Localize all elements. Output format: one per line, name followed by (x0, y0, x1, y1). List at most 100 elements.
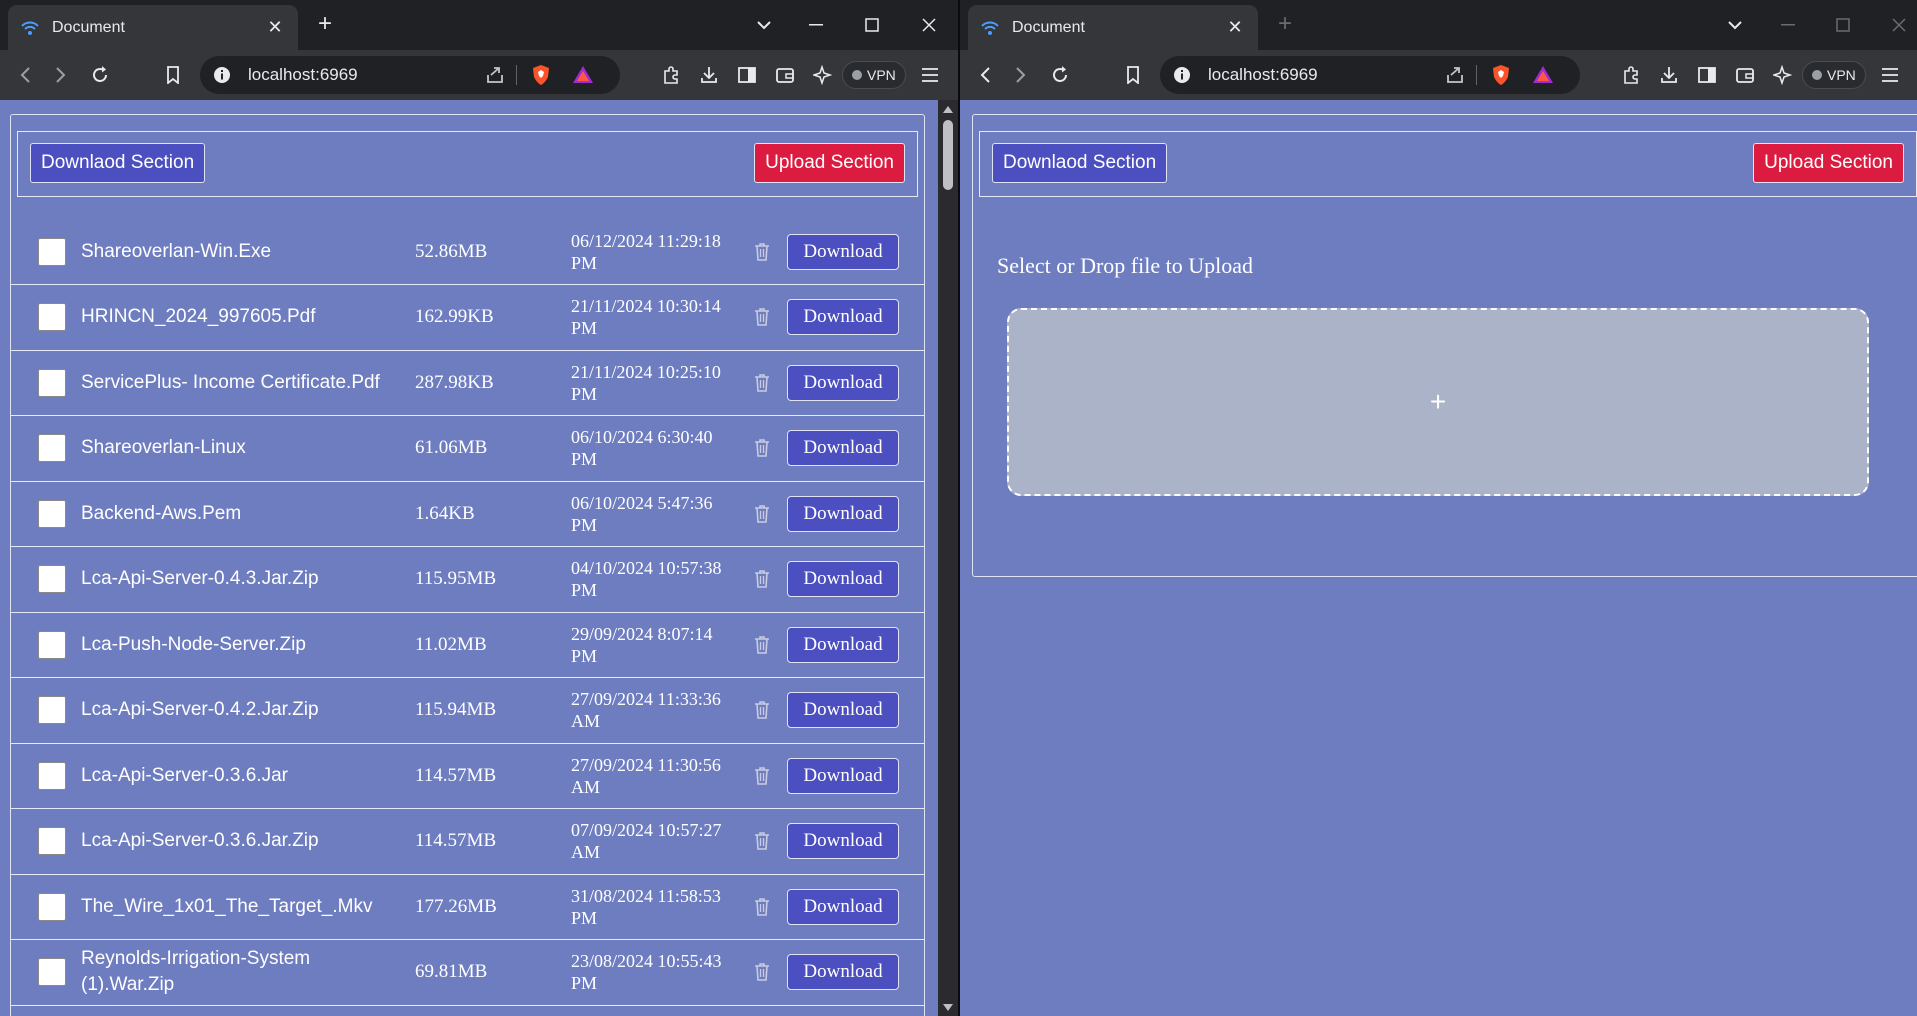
sidebar-icon[interactable] (732, 60, 762, 90)
file-checkbox[interactable] (38, 237, 66, 266)
trash-icon[interactable] (751, 305, 773, 329)
forward-icon[interactable] (1006, 60, 1036, 90)
new-tab-button[interactable]: + (312, 12, 338, 38)
trash-icon[interactable] (751, 567, 773, 591)
scroll-down-arrow-icon[interactable] (942, 1002, 954, 1012)
extensions-icon[interactable] (1616, 60, 1646, 90)
share-icon[interactable] (484, 64, 506, 86)
scroll-thumb[interactable] (943, 120, 953, 190)
maximize-icon[interactable] (859, 12, 885, 38)
scroll-up-arrow-icon[interactable] (942, 104, 954, 114)
file-checkbox[interactable] (38, 303, 66, 332)
trash-icon[interactable] (751, 371, 773, 395)
file-date-line1: 29/09/2024 8:07:14 (571, 623, 713, 644)
address-bar[interactable]: localhost:6969 (1160, 56, 1580, 94)
leo-ai-icon[interactable] (1768, 60, 1798, 90)
trash-icon[interactable] (751, 960, 773, 984)
download-button[interactable]: Download (787, 954, 899, 991)
download-button[interactable]: Download (787, 299, 899, 336)
close-tab-icon[interactable]: ✕ (1224, 17, 1246, 38)
brave-shields-icon[interactable] (1490, 64, 1512, 86)
trash-icon[interactable] (751, 764, 773, 788)
site-info-icon[interactable] (1172, 65, 1192, 85)
close-window-icon[interactable] (916, 12, 942, 38)
tab-document[interactable]: Document ✕ (968, 5, 1258, 50)
reload-icon[interactable] (1045, 60, 1075, 90)
trash-icon[interactable] (751, 633, 773, 657)
vpn-button[interactable]: VPN (842, 61, 906, 89)
download-button[interactable]: Download (787, 626, 899, 663)
download-button[interactable]: Download (787, 495, 899, 532)
file-date: 29/09/2024 8:07:14 PM (571, 623, 751, 667)
file-checkbox[interactable] (38, 696, 66, 725)
sidebar-icon[interactable] (1692, 60, 1722, 90)
trash-icon[interactable] (751, 698, 773, 722)
file-row: Shareoverlan-Linux 61.06MB 06/10/2024 6:30… (11, 416, 924, 482)
close-window-icon[interactable] (1886, 12, 1912, 38)
download-button[interactable]: Download (787, 430, 899, 467)
file-checkbox[interactable] (38, 434, 66, 463)
menu-icon[interactable] (1875, 60, 1905, 90)
scrollbar[interactable] (938, 100, 958, 1016)
download-button[interactable]: Download (787, 692, 899, 729)
download-section-button[interactable]: Downlaod Section (30, 143, 206, 183)
address-bar[interactable]: localhost:6969 (200, 56, 620, 94)
file-checkbox[interactable] (38, 368, 66, 397)
file-row: Shareoverlan-Win.Exe 52.86MB 06/12/2024 11… (11, 219, 924, 285)
file-checkbox[interactable] (38, 565, 66, 594)
browser-window-left: Document ✕ + localhost:6969 VPN Downlaod… (0, 0, 958, 1016)
download-button[interactable]: Download (787, 757, 899, 794)
vpn-button[interactable]: VPN (1802, 61, 1866, 89)
upload-section-button[interactable]: Upload Section (754, 143, 905, 183)
file-date-line2: PM (571, 252, 598, 273)
trash-icon[interactable] (751, 240, 773, 264)
trash-icon[interactable] (751, 502, 773, 526)
trash-icon[interactable] (751, 895, 773, 919)
section-header: Downlaod Section Upload Section (17, 131, 918, 197)
file-checkbox[interactable] (38, 630, 66, 659)
minimize-icon[interactable] (803, 12, 829, 38)
download-button[interactable]: Download (787, 364, 899, 401)
file-size: 162.99KB (415, 306, 494, 328)
tab-search-chevron-icon[interactable] (751, 12, 777, 38)
downloads-icon[interactable] (694, 60, 724, 90)
downloads-icon[interactable] (1654, 60, 1684, 90)
menu-icon[interactable] (915, 60, 945, 90)
trash-icon[interactable] (751, 436, 773, 460)
bookmark-icon[interactable] (158, 60, 188, 90)
brave-shields-icon[interactable] (530, 64, 552, 86)
download-section-button[interactable]: Downlaod Section (992, 143, 1168, 183)
new-tab-button[interactable]: + (1272, 12, 1298, 38)
trash-icon[interactable] (751, 829, 773, 853)
file-checkbox[interactable] (38, 827, 66, 856)
wallet-icon[interactable] (1730, 60, 1760, 90)
file-checkbox[interactable] (38, 958, 66, 987)
file-checkbox[interactable] (38, 499, 66, 528)
file-dropzone[interactable]: + (1007, 308, 1869, 496)
minimize-icon[interactable] (1775, 12, 1801, 38)
download-button[interactable]: Download (787, 888, 899, 925)
upload-section-button[interactable]: Upload Section (1753, 143, 1904, 183)
download-button[interactable]: Download (787, 823, 899, 860)
wallet-icon[interactable] (770, 60, 800, 90)
bookmark-icon[interactable] (1118, 60, 1148, 90)
back-icon[interactable] (10, 60, 40, 90)
extensions-icon[interactable] (656, 60, 686, 90)
leo-ai-icon[interactable] (808, 60, 838, 90)
download-button[interactable]: Download (787, 233, 899, 270)
site-info-icon[interactable] (212, 65, 232, 85)
brave-rewards-icon[interactable] (572, 64, 594, 86)
file-name: ServicePlus- Income Certificate.Pdf (81, 371, 380, 393)
share-icon[interactable] (1444, 64, 1466, 86)
back-icon[interactable] (970, 60, 1000, 90)
tab-document[interactable]: Document ✕ (8, 5, 298, 50)
close-tab-icon[interactable]: ✕ (264, 17, 286, 38)
brave-rewards-icon[interactable] (1532, 64, 1554, 86)
forward-icon[interactable] (46, 60, 76, 90)
reload-icon[interactable] (85, 60, 115, 90)
file-checkbox[interactable] (38, 892, 66, 921)
tab-search-chevron-icon[interactable] (1722, 12, 1748, 38)
download-button[interactable]: Download (787, 561, 899, 598)
maximize-icon[interactable] (1830, 12, 1856, 38)
file-checkbox[interactable] (38, 761, 66, 790)
